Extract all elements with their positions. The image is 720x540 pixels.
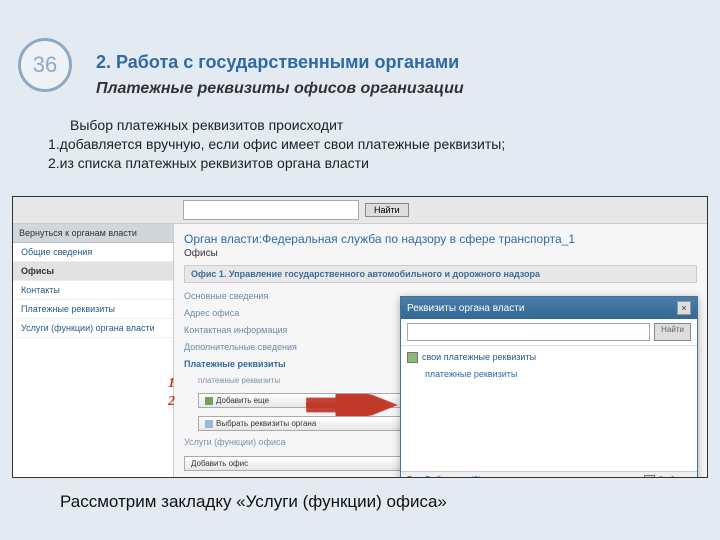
requisites-popup: Реквизиты органа власти × Найти свои пла…: [400, 296, 698, 478]
sidebar-item-general[interactable]: Общие сведения: [13, 243, 173, 262]
section-title: 2. Работа с государственными органами: [96, 52, 459, 73]
body-line-1: Выбор платежных реквизитов происходит: [70, 116, 505, 135]
popup-find-button[interactable]: Найти: [654, 323, 691, 341]
sidebar-item-payments[interactable]: Платежные реквизиты: [13, 300, 173, 319]
checkbox-checked-icon[interactable]: [407, 352, 418, 363]
page-number: 36: [33, 52, 57, 78]
popup-choose-button[interactable]: Выбрать: [644, 475, 691, 478]
popup-item-1[interactable]: свои платежные реквизиты: [407, 352, 691, 363]
app-topbar: Найти: [13, 197, 707, 224]
section-subtitle: Платежные реквизиты офисов организации: [96, 80, 464, 98]
offices-label: Офисы: [184, 248, 697, 259]
popup-body: свои платежные реквизиты платежные рекви…: [401, 346, 697, 385]
main-panel: Орган власти:Федеральная служба по надзо…: [174, 224, 707, 478]
page-number-badge: 36: [18, 38, 72, 92]
popup-item-2[interactable]: платежные реквизиты: [425, 369, 691, 379]
popup-footer-left: Все Выбранные (0): [407, 475, 481, 478]
list-icon: [205, 420, 213, 428]
popup-close-button[interactable]: ×: [677, 301, 691, 315]
check-icon: [644, 475, 655, 478]
bottom-note: Рассмотрим закладку «Услуги (функции) оф…: [60, 492, 447, 512]
sidebar-item-contacts[interactable]: Контакты: [13, 281, 173, 300]
popup-search-input[interactable]: [407, 323, 650, 341]
body-line-2: 1.добавляется вручную, если офис имеет с…: [48, 135, 505, 154]
body-text: Выбор платежных реквизитов происходит 1.…: [48, 116, 505, 173]
search-input[interactable]: [183, 200, 359, 220]
office-header[interactable]: Офис 1. Управление государственного авто…: [184, 265, 697, 283]
sidebar-item-offices[interactable]: Офисы: [13, 262, 173, 281]
body-line-3: 2.из списка платежных реквизитов органа …: [48, 154, 505, 173]
popup-title: Реквизиты органа власти: [407, 303, 524, 314]
annotation-1: 1: [168, 376, 175, 392]
sidebar-back-link[interactable]: Вернуться к органам власти: [13, 224, 173, 243]
annotation-2: 2: [168, 394, 175, 410]
plus-icon: [205, 397, 213, 405]
sidebar-item-services[interactable]: Услуги (функции) органа власти: [13, 319, 173, 338]
footer-all-link[interactable]: Все: [407, 475, 421, 478]
popup-header: Реквизиты органа власти ×: [401, 297, 697, 319]
sidebar: Вернуться к органам власти Общие сведени…: [13, 224, 174, 478]
find-button[interactable]: Найти: [365, 203, 409, 217]
footer-selected-link[interactable]: Выбранные (0): [425, 475, 481, 478]
org-title: Орган власти:Федеральная служба по надзо…: [184, 232, 697, 246]
screenshot-frame: Найти Вернуться к органам власти Общие с…: [12, 196, 708, 478]
popup-search-row: Найти: [401, 319, 697, 346]
popup-footer: Все Выбранные (0) Выбрать: [401, 471, 697, 478]
